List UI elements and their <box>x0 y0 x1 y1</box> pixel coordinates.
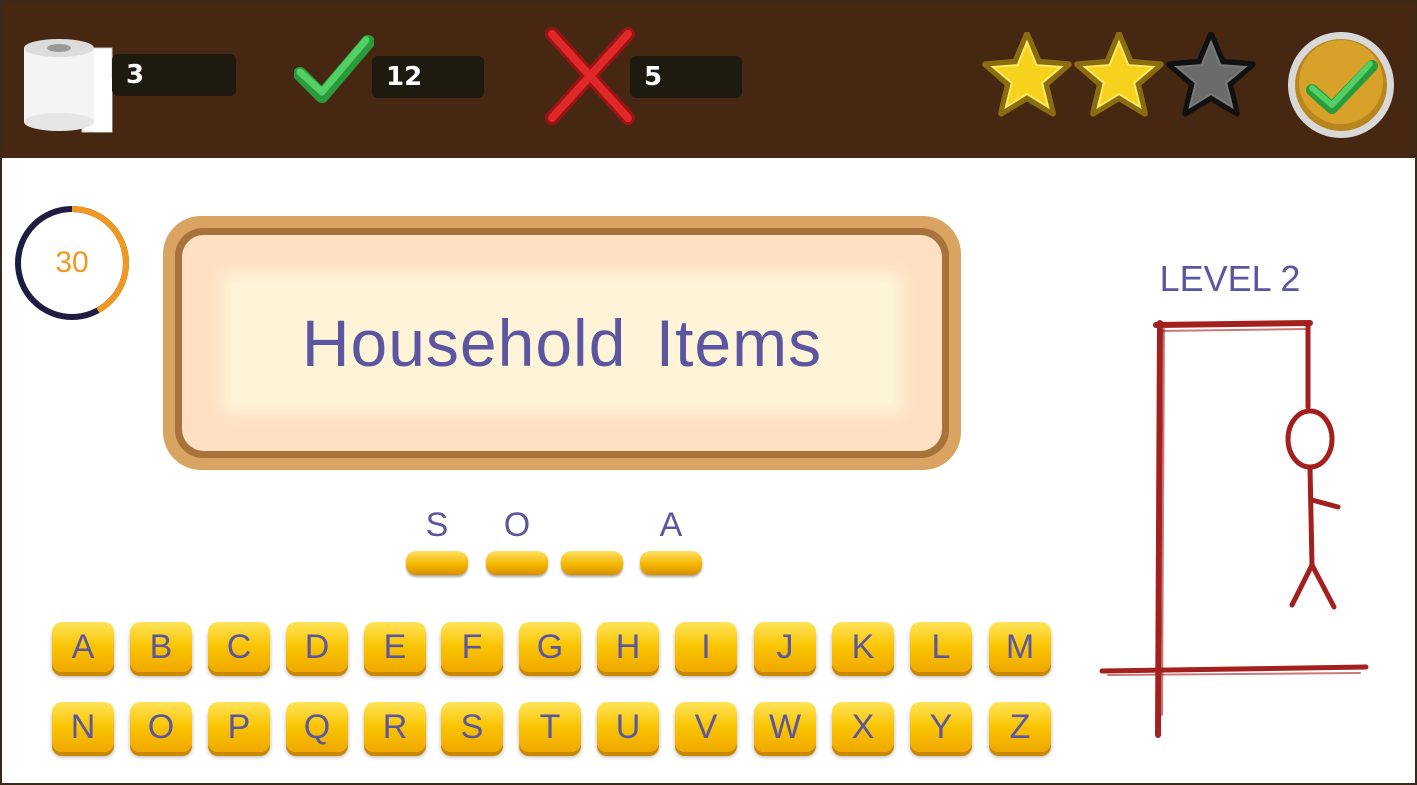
cross-icon <box>542 26 638 130</box>
key-h[interactable]: H <box>597 622 659 672</box>
key-n[interactable]: N <box>52 702 114 752</box>
key-l[interactable]: L <box>910 622 972 672</box>
star-filled-icon <box>1074 31 1164 117</box>
word-slot <box>561 505 623 575</box>
key-p[interactable]: P <box>208 702 270 752</box>
star-empty-icon <box>1166 31 1256 117</box>
slot-letter: S <box>425 506 449 544</box>
slot-letter: A <box>659 506 683 544</box>
key-z[interactable]: Z <box>989 702 1051 752</box>
word-slot: O <box>486 505 548 575</box>
check-icon <box>293 34 375 108</box>
hangman-drawing <box>1098 315 1378 749</box>
wrong-count-pill: 5 <box>630 56 742 98</box>
timer-value: 30 <box>55 246 89 279</box>
category-title: Household Items <box>301 306 823 380</box>
key-o[interactable]: O <box>130 702 192 752</box>
key-g[interactable]: G <box>519 622 581 672</box>
key-a[interactable]: A <box>52 622 114 672</box>
top-bar: 3 12 5 <box>2 2 1415 158</box>
confirm-button[interactable] <box>1286 30 1396 144</box>
key-w[interactable]: W <box>754 702 816 752</box>
word-slot: S <box>406 505 468 575</box>
paper-count-pill: 3 <box>112 54 236 96</box>
key-u[interactable]: U <box>597 702 659 752</box>
star-filled-icon <box>982 31 1072 117</box>
key-i[interactable]: I <box>675 622 737 672</box>
star-rating <box>982 31 1262 126</box>
key-r[interactable]: R <box>364 702 426 752</box>
key-m[interactable]: M <box>989 622 1051 672</box>
key-c[interactable]: C <box>208 622 270 672</box>
key-k[interactable]: K <box>832 622 894 672</box>
slot-bar <box>561 551 623 575</box>
paper-count: 3 <box>126 60 145 90</box>
key-y[interactable]: Y <box>910 702 972 752</box>
key-f[interactable]: F <box>441 622 503 672</box>
slot-bar <box>406 551 468 575</box>
level-label: LEVEL 2 <box>1159 258 1301 299</box>
slot-letter: O <box>503 506 531 544</box>
slot-bar <box>640 551 702 575</box>
key-j[interactable]: J <box>754 622 816 672</box>
key-q[interactable]: Q <box>286 702 348 752</box>
toilet-paper-icon <box>22 38 117 138</box>
key-x[interactable]: X <box>832 702 894 752</box>
key-t[interactable]: T <box>519 702 581 752</box>
countdown-timer: 30 <box>14 205 130 321</box>
key-s[interactable]: S <box>441 702 503 752</box>
key-b[interactable]: B <box>130 622 192 672</box>
key-e[interactable]: E <box>364 622 426 672</box>
slot-bar <box>486 551 548 575</box>
wrong-count: 5 <box>644 62 663 92</box>
word-slot: A <box>640 505 702 575</box>
correct-count-pill: 12 <box>372 56 484 98</box>
key-d[interactable]: D <box>286 622 348 672</box>
category-panel: Household Items <box>163 216 961 470</box>
slot-letter <box>561 505 623 545</box>
key-v[interactable]: V <box>675 702 737 752</box>
correct-count: 12 <box>386 62 423 92</box>
